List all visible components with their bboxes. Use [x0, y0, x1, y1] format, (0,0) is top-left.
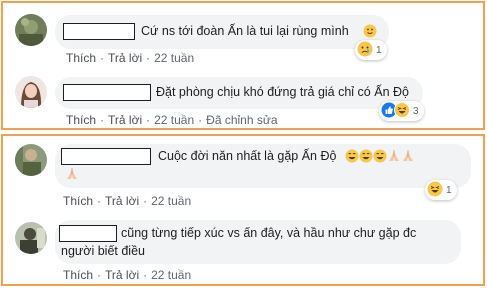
reaction-summary[interactable]: 3	[379, 101, 424, 121]
praying-hands-icon	[387, 149, 401, 166]
reply-link[interactable]: Trả lời	[108, 51, 142, 65]
avatar[interactable]	[15, 76, 47, 108]
author-name-redacted[interactable]	[63, 84, 151, 101]
reaction-count: 1	[376, 44, 382, 56]
laughing-emoji-icon	[345, 149, 359, 166]
separator: ·	[146, 51, 151, 65]
comment-text: Đặt phòng chịu khó đứng trả giá chỉ có Ấ…	[156, 85, 409, 99]
timestamp[interactable]: 22 tuần	[151, 268, 191, 282]
smile-emoji-icon	[363, 24, 377, 41]
separator: ·	[143, 268, 148, 282]
author-name-redacted[interactable]	[63, 23, 135, 40]
comment-actions: Thích · Trả lời · 22 tuần	[63, 268, 191, 282]
edited-label[interactable]: Đã chỉnh sửa	[206, 113, 277, 127]
haha-reaction-icon	[394, 101, 410, 121]
separator: ·	[100, 113, 105, 127]
separator: ·	[146, 113, 151, 127]
comment-text-line2: người biết điều	[61, 244, 145, 258]
reply-link[interactable]: Trả lời	[108, 113, 142, 127]
comment-text-line1: cũng từng tiếp xúc vs ấn đây, và hầu như…	[121, 226, 417, 240]
reaction-summary[interactable]: 1	[355, 40, 387, 60]
praying-hands-icon	[401, 149, 415, 166]
separator: ·	[143, 194, 148, 208]
comment-actions: Thích · Trả lời · 22 tuần · Đã chỉnh sửa	[66, 113, 278, 127]
reaction-count: 3	[413, 105, 419, 117]
praying-hands-icon	[65, 167, 79, 184]
separator: ·	[97, 194, 102, 208]
timestamp[interactable]: 22 tuần	[154, 113, 194, 127]
like-link[interactable]: Thích	[63, 194, 93, 208]
comment-text: Cuộc đời năn nhất là gặp Ấn Độ	[158, 149, 337, 163]
reaction-count: 1	[446, 184, 452, 196]
timestamp[interactable]: 22 tuần	[151, 194, 191, 208]
avatar[interactable]	[15, 14, 47, 46]
author-name-redacted[interactable]	[61, 148, 151, 165]
comment-actions: Thích · Trả lời · 22 tuần	[66, 51, 194, 65]
reaction-summary[interactable]: 1	[425, 180, 457, 200]
laughing-emoji-icon	[359, 149, 373, 166]
like-link[interactable]: Thích	[63, 268, 93, 282]
avatar[interactable]	[15, 222, 47, 254]
reply-link[interactable]: Trả lời	[105, 268, 139, 282]
comment-group-1: Cứ ns tới đoàn Ấn là tui lại rùng mình 1…	[1, 1, 485, 130]
avatar[interactable]	[15, 144, 47, 176]
haha-reaction-icon	[427, 181, 443, 200]
timestamp[interactable]: 22 tuần	[154, 51, 194, 65]
like-link[interactable]: Thích	[66, 113, 96, 127]
author-name-redacted[interactable]	[59, 225, 117, 242]
comment-text: Cứ ns tới đoàn Ấn là tui lại rùng mình	[141, 24, 349, 38]
separator: ·	[198, 113, 203, 127]
comment-group-2: Cuộc đời năn nhất là gặp Ấn Độ 1 Thích · T…	[1, 134, 485, 286]
comment-emojis	[345, 149, 415, 166]
separator: ·	[100, 51, 105, 65]
sad-reaction-icon	[357, 41, 373, 60]
laughing-emoji-icon	[373, 149, 387, 166]
separator: ·	[97, 268, 102, 282]
reply-link[interactable]: Trả lời	[105, 194, 139, 208]
comment-actions: Thích · Trả lời · 22 tuần	[63, 194, 191, 208]
like-link[interactable]: Thích	[66, 51, 96, 65]
